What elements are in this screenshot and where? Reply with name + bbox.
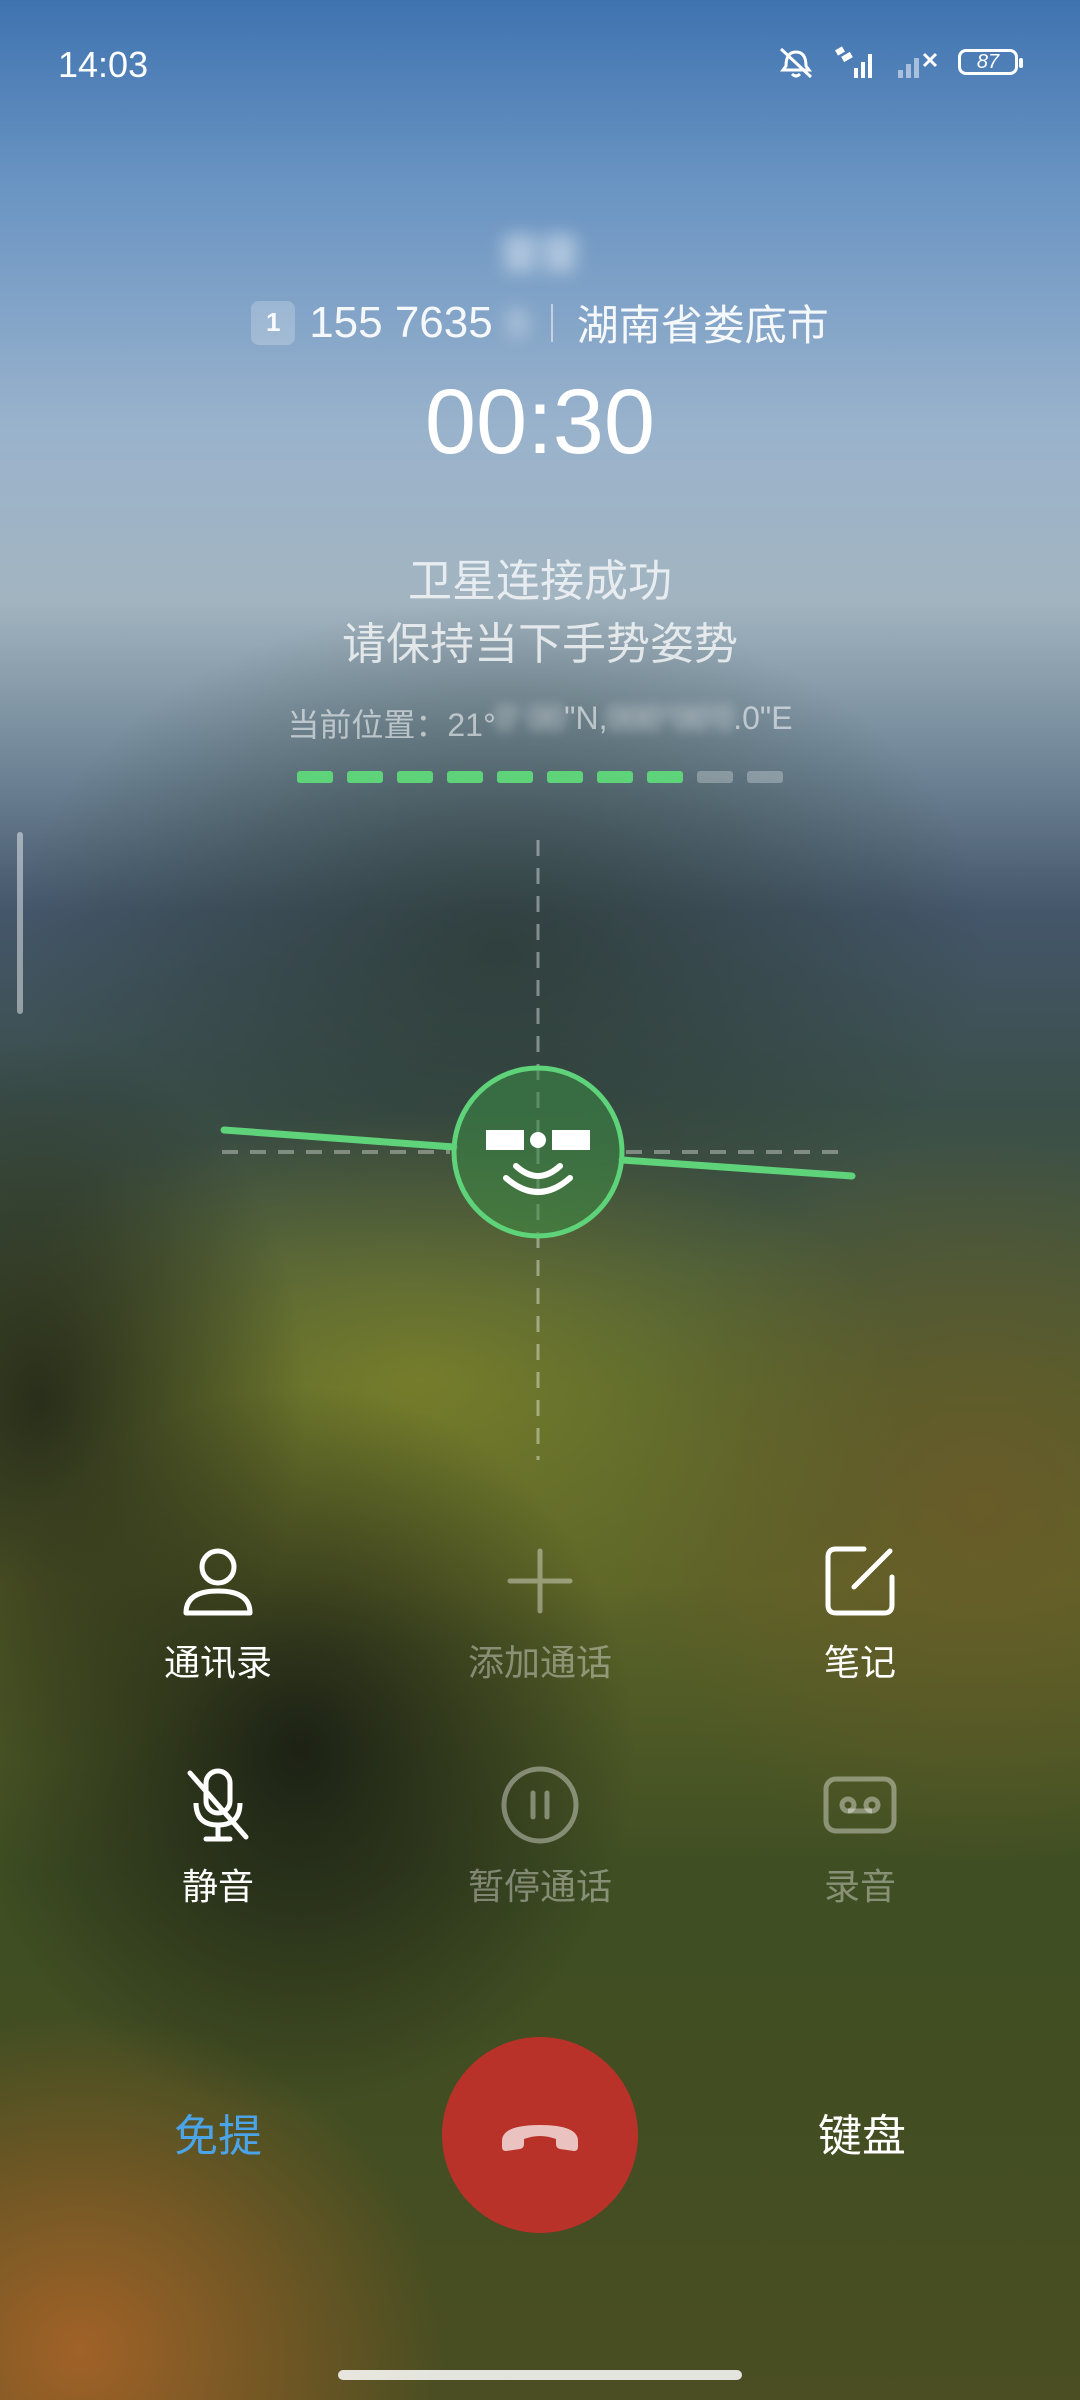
signal-segment — [297, 771, 333, 783]
signal-segment — [497, 771, 533, 783]
notes-label: 笔记 — [823, 1643, 896, 1684]
mute-button[interactable]: 静音 — [88, 1764, 348, 1910]
satellite-signal-icon — [835, 46, 872, 78]
contacts-button[interactable]: 通讯录 — [88, 1540, 348, 1686]
signal-segment — [647, 771, 683, 783]
home-indicator[interactable] — [338, 2370, 742, 2380]
signal-segment — [697, 771, 733, 783]
position-lon-hidden: 000°00'0 — [607, 700, 734, 736]
status-bar: 14:03 87 — [0, 0, 1080, 140]
mic-off-icon — [187, 1768, 249, 1842]
record-button[interactable]: 录音 — [730, 1764, 990, 1910]
contact-icon — [183, 1548, 253, 1616]
position-mid: "N, — [564, 700, 608, 736]
signal-segment — [747, 771, 783, 783]
keypad-button[interactable]: 键盘 — [762, 2100, 962, 2164]
tilt-line-left — [220, 1126, 458, 1151]
add-call-button[interactable]: 添加通话 — [410, 1540, 670, 1686]
battery-level: 87 — [976, 50, 1000, 73]
pause-icon — [501, 1766, 579, 1844]
caller-number: 155 7635 — [309, 297, 493, 347]
caller-name-text: 雷雷 — [500, 232, 580, 278]
notes-button[interactable]: 笔记 — [730, 1540, 990, 1686]
status-icons: 87 — [776, 44, 1023, 80]
battery-icon: 87 — [958, 49, 1023, 75]
satellite-hint: 请保持当下手势姿势 — [342, 619, 738, 670]
caller-location: 湖南省娄底市 — [576, 301, 829, 350]
hold-call-label: 暂停通话 — [467, 1867, 612, 1908]
plus-icon — [507, 1548, 573, 1614]
position-end: .0"E — [733, 700, 793, 736]
hang-up-button[interactable] — [442, 2037, 638, 2233]
satellite-signal-strength — [0, 771, 1080, 783]
mute-label: 静音 — [181, 1867, 254, 1908]
caller-number-row: 1 155 7635 9 湖南省娄底市 — [0, 292, 1080, 353]
sim-slot-badge: 1 — [251, 300, 296, 345]
speaker-button[interactable]: 免提 — [118, 2100, 318, 2164]
cellular-signal-icon — [898, 52, 938, 78]
alignment-target — [451, 1065, 625, 1239]
status-time: 14:03 — [58, 44, 149, 85]
contacts-label: 通讯录 — [163, 1643, 272, 1684]
position-lat-hidden: 0' 00 — [495, 700, 565, 736]
current-position: 当前位置：21° 0' 00 "N, 000°00'0 .0"E — [0, 700, 1080, 746]
note-edit-icon — [825, 1546, 895, 1616]
caller-number-hidden: 9 — [506, 301, 527, 343]
caller-name: 雷雷 — [0, 222, 1080, 280]
alignment-indicator — [220, 840, 856, 1460]
end-call-icon — [502, 2125, 578, 2151]
position-label: 当前位置：21° — [287, 707, 496, 743]
alarm-off-icon — [779, 47, 813, 79]
number-divider — [550, 303, 553, 342]
hold-call-button[interactable]: 暂停通话 — [410, 1764, 670, 1910]
add-call-label: 添加通话 — [467, 1643, 612, 1684]
call-duration: 00:30 — [424, 371, 656, 473]
signal-segment — [547, 771, 583, 783]
signal-segment — [347, 771, 383, 783]
signal-segment — [447, 771, 483, 783]
signal-segment — [597, 771, 633, 783]
record-label: 录音 — [823, 1867, 896, 1908]
call-actions: 通讯录 添加通话 笔记 静音 暂停通话 录音 — [0, 1540, 1080, 1908]
satellite-status: 卫星连接成功 — [408, 556, 672, 607]
tilt-line-right — [618, 1156, 856, 1180]
record-tape-icon — [823, 1776, 897, 1834]
signal-segment — [397, 771, 433, 783]
